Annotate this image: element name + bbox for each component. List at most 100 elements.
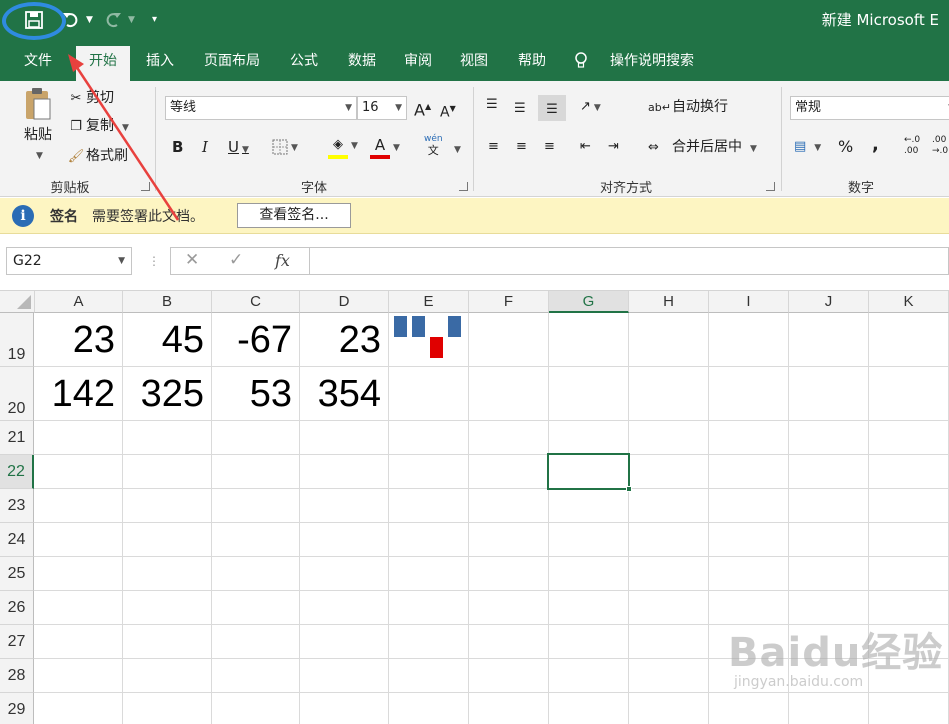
comma-button[interactable]: , xyxy=(872,135,879,155)
row-header-24[interactable]: 24 xyxy=(0,523,34,557)
gridline-vertical xyxy=(468,313,469,724)
align-left-button[interactable]: ≡ xyxy=(488,137,499,157)
row-header-29[interactable]: 29 xyxy=(0,693,34,724)
view-signatures-button[interactable]: 查看签名... xyxy=(237,203,351,228)
formula-input[interactable] xyxy=(310,247,949,275)
merge-center-button[interactable]: ⇔ 合并后居中 ▼ xyxy=(648,137,757,159)
tell-me-search[interactable]: 操作说明搜索 xyxy=(574,46,714,81)
increase-indent-button[interactable]: ⇥ xyxy=(608,137,619,157)
column-header-g[interactable]: G xyxy=(549,291,629,313)
align-center-button[interactable]: ≡ xyxy=(516,137,527,157)
cell-c19[interactable]: -67 xyxy=(212,319,292,367)
gridline-horizontal xyxy=(34,522,949,523)
row-header-22[interactable]: 22 xyxy=(0,455,34,489)
cell-b19[interactable]: 45 xyxy=(123,319,204,367)
undo-dropdown-icon[interactable]: ▼ xyxy=(86,7,93,33)
redo-icon[interactable] xyxy=(104,7,122,33)
tab-review[interactable]: 审阅 xyxy=(392,46,444,81)
cell-a20[interactable]: 142 xyxy=(35,373,115,421)
selected-cell[interactable] xyxy=(547,453,630,490)
column-header-b[interactable]: B xyxy=(123,291,212,313)
paste-button[interactable]: 粘贴 ▼ xyxy=(16,87,60,167)
fill-color-dropdown-icon[interactable]: ▼ xyxy=(351,141,358,151)
align-bottom-button[interactable]: ☰ xyxy=(538,95,566,121)
column-header-i[interactable]: I xyxy=(709,291,789,313)
row-header-27[interactable]: 27 xyxy=(0,625,34,659)
enter-icon[interactable]: ✓ xyxy=(229,250,243,270)
italic-button[interactable]: I xyxy=(202,137,208,157)
percent-button[interactable]: % xyxy=(838,137,853,157)
row-header-23[interactable]: 23 xyxy=(0,489,34,523)
gridline-horizontal xyxy=(34,488,949,489)
orientation-dropdown-icon[interactable]: ▼ xyxy=(594,103,601,113)
accounting-dropdown-icon[interactable]: ▼ xyxy=(814,143,821,153)
column-header-e[interactable]: E xyxy=(389,291,469,313)
align-middle-button[interactable]: ☰ xyxy=(514,99,526,119)
cancel-icon[interactable]: ✕ xyxy=(185,250,199,270)
align-middle-icon: ☰ xyxy=(514,101,526,116)
underline-button[interactable]: U ▼ xyxy=(228,137,249,160)
shrink-font-icon: A xyxy=(440,104,450,121)
row-header-26[interactable]: 26 xyxy=(0,591,34,625)
font-color-dropdown-icon[interactable]: ▼ xyxy=(393,143,400,153)
increase-decimal-button[interactable]: ←.0 .00 xyxy=(904,135,920,157)
wrap-text-button[interactable]: ab↵自动换行 xyxy=(648,97,728,118)
cell-d20[interactable]: 354 xyxy=(300,373,381,421)
customize-qat-icon[interactable]: ▾ xyxy=(152,7,157,33)
row-header-20[interactable]: 20 xyxy=(0,367,34,421)
select-all-corner[interactable] xyxy=(0,291,35,313)
row-header-28[interactable]: 28 xyxy=(0,659,34,693)
row-header-19[interactable]: 19 xyxy=(0,313,34,367)
insert-function-icon[interactable]: fx xyxy=(275,251,290,270)
number-format-select[interactable]: 常规▼ xyxy=(790,96,949,120)
column-header-a[interactable]: A xyxy=(35,291,123,313)
cell-d19[interactable]: 23 xyxy=(300,319,381,367)
cell-b20[interactable]: 325 xyxy=(123,373,204,421)
column-header-c[interactable]: C xyxy=(212,291,300,313)
tab-file[interactable]: 文件 xyxy=(12,46,64,81)
tab-data[interactable]: 数据 xyxy=(336,46,388,81)
column-header-f[interactable]: F xyxy=(469,291,549,313)
sparkline-win-loss[interactable] xyxy=(389,313,469,367)
merge-center-dropdown-icon[interactable]: ▼ xyxy=(750,144,757,154)
tab-formulas[interactable]: 公式 xyxy=(278,46,330,81)
align-top-button[interactable]: ☰ xyxy=(486,95,498,115)
tab-help[interactable]: 帮助 xyxy=(506,46,558,81)
paste-label: 粘贴 xyxy=(24,127,52,143)
paste-dropdown-icon[interactable]: ▼ xyxy=(36,151,43,161)
cell-a19[interactable]: 23 xyxy=(35,319,115,367)
column-header-j[interactable]: J xyxy=(789,291,869,313)
align-top-icon: ☰ xyxy=(486,97,498,112)
decrease-indent-button[interactable]: ⇤ xyxy=(580,137,591,157)
row-header-21[interactable]: 21 xyxy=(0,421,34,455)
drag-handle-icon[interactable]: ⋮ xyxy=(148,254,160,268)
borders-dropdown-icon[interactable]: ▼ xyxy=(291,143,298,153)
phonetic-dropdown-icon[interactable]: ▼ xyxy=(451,139,461,160)
font-name-select[interactable]: 等线 ▼ xyxy=(165,96,357,120)
font-size-select[interactable]: 16 ▼ xyxy=(357,96,407,120)
alignment-launcher-icon[interactable] xyxy=(766,182,775,191)
merge-center-label: 合并后居中 xyxy=(672,139,742,155)
tab-page-layout[interactable]: 页面布局 xyxy=(192,46,272,81)
shrink-font-button[interactable]: A▼ xyxy=(440,99,456,123)
cell-c20[interactable]: 53 xyxy=(212,373,292,421)
column-header-h[interactable]: H xyxy=(629,291,709,313)
underline-dropdown-icon[interactable]: ▼ xyxy=(242,145,249,155)
decrease-decimal-button[interactable]: .00 →.0 xyxy=(932,135,948,157)
accounting-format-button[interactable]: ▤ ▼ xyxy=(794,137,821,158)
align-right-button[interactable]: ≡ xyxy=(544,137,555,157)
column-header-d[interactable]: D xyxy=(300,291,389,313)
row-header-25[interactable]: 25 xyxy=(0,557,34,591)
phonetic-button[interactable]: wén 文 xyxy=(424,134,443,156)
tab-view[interactable]: 视图 xyxy=(448,46,500,81)
font-color-button[interactable]: A ▼ xyxy=(370,135,400,159)
redo-dropdown-icon[interactable]: ▼ xyxy=(128,7,135,33)
column-header-k[interactable]: K xyxy=(869,291,949,313)
fill-handle[interactable] xyxy=(626,486,632,492)
grow-font-button[interactable]: A▲ xyxy=(414,97,431,120)
fill-color-button[interactable]: ◈ ▼ xyxy=(328,135,358,159)
borders-button[interactable]: ▼ xyxy=(272,137,298,158)
orientation-button[interactable]: ↗ ▼ xyxy=(580,97,601,118)
font-launcher-icon[interactable] xyxy=(459,182,468,191)
name-box[interactable]: G22 ▼ xyxy=(6,247,132,275)
